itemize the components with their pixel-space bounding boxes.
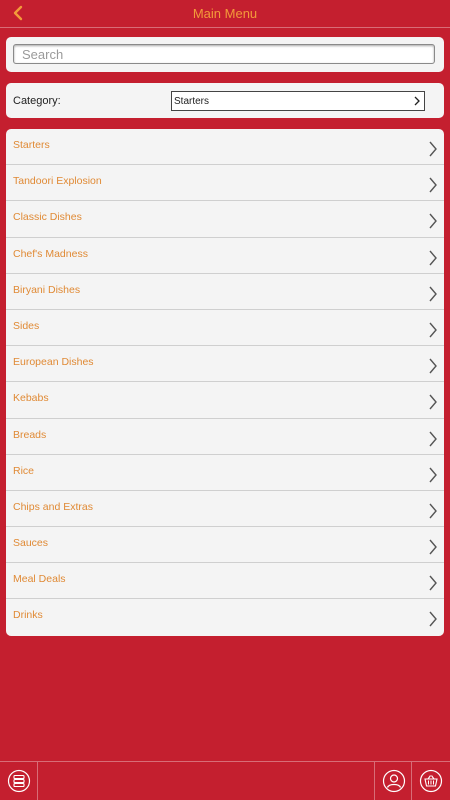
menu-category-label: Sauces	[13, 537, 49, 550]
menu-category-item[interactable]: Chef's Madness	[6, 238, 444, 274]
menu-category-item[interactable]: Sauces	[6, 527, 444, 564]
footer-bar	[0, 761, 450, 800]
chevron-right-icon	[429, 177, 437, 193]
chevron-right-icon	[429, 467, 437, 483]
menu-category-item[interactable]: Drinks	[6, 599, 444, 635]
search-input[interactable]	[13, 44, 435, 64]
account-button[interactable]	[374, 762, 412, 800]
menu-list-icon	[7, 769, 30, 793]
chevron-right-icon	[429, 286, 437, 302]
user-icon	[382, 769, 405, 793]
chevron-right-icon	[429, 611, 437, 627]
search-panel	[6, 37, 444, 72]
menu-category-label: Starters	[13, 139, 50, 151]
menu-category-item[interactable]: Tandoori Explosion	[6, 165, 444, 202]
menu-category-item[interactable]: Chips and Extras	[6, 491, 444, 528]
menu-list-button[interactable]	[0, 762, 38, 800]
chevron-right-icon	[429, 575, 437, 591]
category-selected-value: Starters	[174, 96, 210, 107]
menu-category-label: Chef's Madness	[13, 247, 88, 260]
menu-category-label: Chips and Extras	[13, 500, 93, 513]
chevron-right-icon	[429, 539, 437, 555]
category-select[interactable]: Starters	[171, 91, 425, 111]
menu-category-label: Breads	[13, 428, 47, 441]
menu-category-item[interactable]: Rice	[6, 455, 444, 491]
menu-category-list: Starters Tandoori Explosion Classic Dishes…	[6, 129, 444, 636]
menu-category-item[interactable]: Breads	[6, 419, 444, 455]
chevron-right-icon	[429, 394, 437, 410]
menu-category-label: European Dishes	[13, 356, 94, 369]
chevron-right-icon	[429, 503, 437, 519]
basket-button[interactable]	[411, 762, 449, 800]
menu-category-label: Tandoori Explosion	[13, 175, 102, 188]
menu-category-label: Classic Dishes	[13, 211, 82, 224]
menu-category-item[interactable]: Meal Deals	[6, 563, 444, 600]
menu-category-item[interactable]: Starters	[6, 129, 444, 166]
menu-category-label: Rice	[13, 464, 35, 477]
menu-category-item[interactable]: European Dishes	[6, 346, 444, 383]
chevron-right-icon	[429, 250, 437, 266]
chevron-right-icon	[414, 96, 420, 106]
menu-category-item[interactable]: Classic Dishes	[6, 201, 444, 238]
header-bar: Main Menu	[0, 0, 450, 28]
chevron-right-icon	[429, 141, 437, 157]
menu-category-item[interactable]: Kebabs	[6, 382, 444, 419]
page-title: Main Menu	[192, 6, 258, 21]
basket-icon	[419, 769, 442, 793]
category-panel: Category: Starters	[6, 83, 444, 118]
menu-category-label: Sides	[13, 319, 40, 332]
menu-category-label: Drinks	[13, 609, 43, 622]
chevron-right-icon	[429, 213, 437, 229]
menu-category-label: Kebabs	[13, 392, 49, 405]
chevron-right-icon	[429, 358, 437, 374]
menu-category-label: Meal Deals	[13, 573, 66, 586]
category-label: Category:	[13, 95, 61, 107]
chevron-right-icon	[429, 431, 437, 446]
menu-category-label: Biryani Dishes	[13, 283, 81, 296]
menu-category-item[interactable]: Biryani Dishes	[6, 274, 444, 310]
chevron-right-icon	[429, 322, 437, 338]
menu-category-item[interactable]: Sides	[6, 310, 444, 347]
